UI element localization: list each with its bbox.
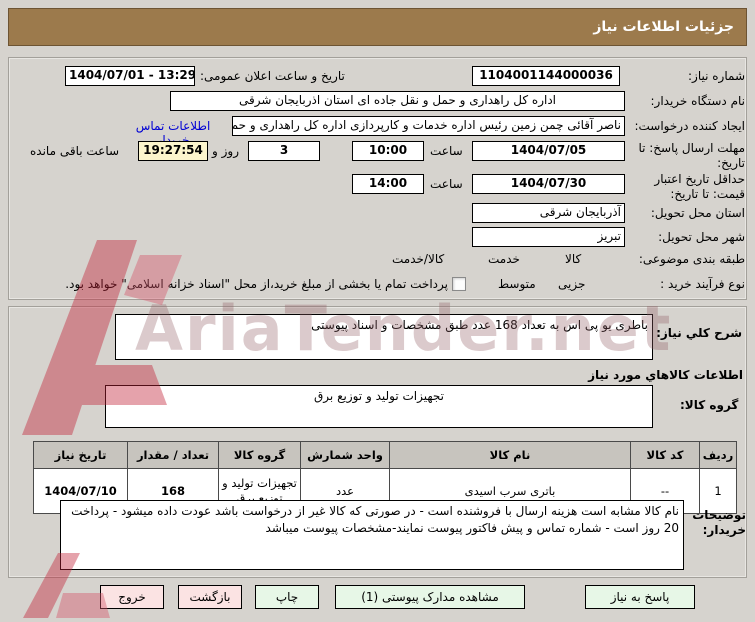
- need-number-field[interactable]: 1104001144000036: [472, 66, 620, 86]
- treasury-docs-checkbox[interactable]: [452, 277, 466, 291]
- radio-service-label: خدمت: [488, 252, 520, 266]
- goods-group-label: گروه کالا:: [680, 398, 739, 412]
- delivery-province-label: استان محل تحویل:: [650, 206, 745, 220]
- buyer-org-label: نام دستگاه خریدار:: [650, 94, 746, 108]
- radio-minor-label: جزیی: [558, 277, 586, 291]
- page-title-bar: جزئیات اطلاعات نیاز: [8, 8, 747, 46]
- col-need-date: تاریخ نیاز: [33, 441, 128, 469]
- delivery-city-field[interactable]: تبریز: [472, 227, 625, 247]
- time-remaining-field: 19:27:54: [138, 141, 208, 161]
- announce-datetime-field[interactable]: 1404/07/01 - 13:29: [65, 66, 195, 86]
- need-details-window: جزئیات اطلاعات نیاز شماره نیاز: 11040011…: [0, 0, 755, 622]
- buyer-notes-field[interactable]: نام کالا مشابه است هزینه ارسال با فروشند…: [60, 500, 684, 570]
- need-desc-label: شرح کلي نیاز:: [656, 326, 742, 340]
- delivery-city-label: شهر محل تحویل:: [658, 230, 745, 244]
- radio-goods-label: کالا: [565, 252, 582, 266]
- price-validity-hour-label: ساعت: [430, 177, 463, 191]
- goods-info-header: اطلاعات کالاهاي مورد نیاز: [588, 368, 743, 382]
- back-button[interactable]: بازگشت: [178, 585, 242, 609]
- need-number-label: شماره نیاز:: [688, 69, 745, 83]
- time-remaining-label: ساعت باقی مانده: [30, 144, 120, 158]
- view-attached-docs-button[interactable]: مشاهده مدارک پیوستی (1): [335, 585, 525, 609]
- reply-deadline-label: مهلت ارسال پاسخ: تا تاریخ:: [638, 141, 745, 170]
- price-validity-label: حداقل تاریخ اعتبار قیمت: تا تاریخ:: [654, 172, 745, 201]
- treasury-docs-checkbox-label: پرداخت تمام یا بخشی از مبلغ خرید،از محل …: [65, 277, 448, 291]
- reply-deadline-hour-field[interactable]: 10:00: [352, 141, 424, 161]
- request-creator-field[interactable]: ناصر آقائی چمن زمین رئیس اداره خدمات و ک…: [232, 116, 625, 136]
- respond-to-need-button[interactable]: پاسخ به نیاز: [585, 585, 695, 609]
- col-goods-group: گروه کالا: [218, 441, 301, 469]
- col-goods-code: کد کالا: [630, 441, 700, 469]
- reply-deadline-hour-label: ساعت: [430, 144, 463, 158]
- need-desc-field[interactable]: باطری یو پی اس به تعداد 168 عدد طبق مشخص…: [115, 314, 653, 360]
- price-validity-date-field[interactable]: 1404/07/30: [472, 174, 625, 194]
- print-button[interactable]: چاپ: [255, 585, 319, 609]
- price-validity-hour-field[interactable]: 14:00: [352, 174, 424, 194]
- exit-button[interactable]: خروج: [100, 585, 164, 609]
- page-title: جزئیات اطلاعات نیاز: [593, 19, 734, 35]
- cell-row-number: 1: [699, 468, 737, 514]
- goods-group-field[interactable]: تجهیزات تولید و توزیع برق: [105, 385, 653, 428]
- col-row-number: ردیف: [699, 441, 737, 469]
- col-goods-name: نام کالا: [389, 441, 631, 469]
- subject-class-label: طبقه بندی موضوعی:: [638, 252, 745, 266]
- buyer-notes-label: توضیحات خریدار:: [692, 508, 746, 537]
- col-count-unit: واحد شمارش: [300, 441, 390, 469]
- process-type-label: نوع فرآیند خرید :: [660, 277, 745, 291]
- buyer-org-field[interactable]: اداره کل راهداری و حمل و نقل جاده ای است…: [170, 91, 625, 111]
- reply-deadline-date-field[interactable]: 1404/07/05: [472, 141, 625, 161]
- announce-datetime-label: تاریخ و ساعت اعلان عمومی:: [200, 69, 345, 83]
- days-remaining-field[interactable]: 3: [248, 141, 320, 161]
- days-remaining-label: روز و: [212, 144, 239, 158]
- radio-goods-service-label: کالا/خدمت: [392, 252, 445, 266]
- goods-table-header-row: ردیف کد کالا نام کالا واحد شمارش گروه کا…: [33, 441, 737, 469]
- radio-medium-label: متوسط: [498, 277, 536, 291]
- delivery-province-field[interactable]: آذربایجان شرقی: [472, 203, 625, 223]
- request-creator-label: ایجاد کننده درخواست:: [634, 119, 745, 133]
- col-quantity: تعداد / مقدار: [127, 441, 219, 469]
